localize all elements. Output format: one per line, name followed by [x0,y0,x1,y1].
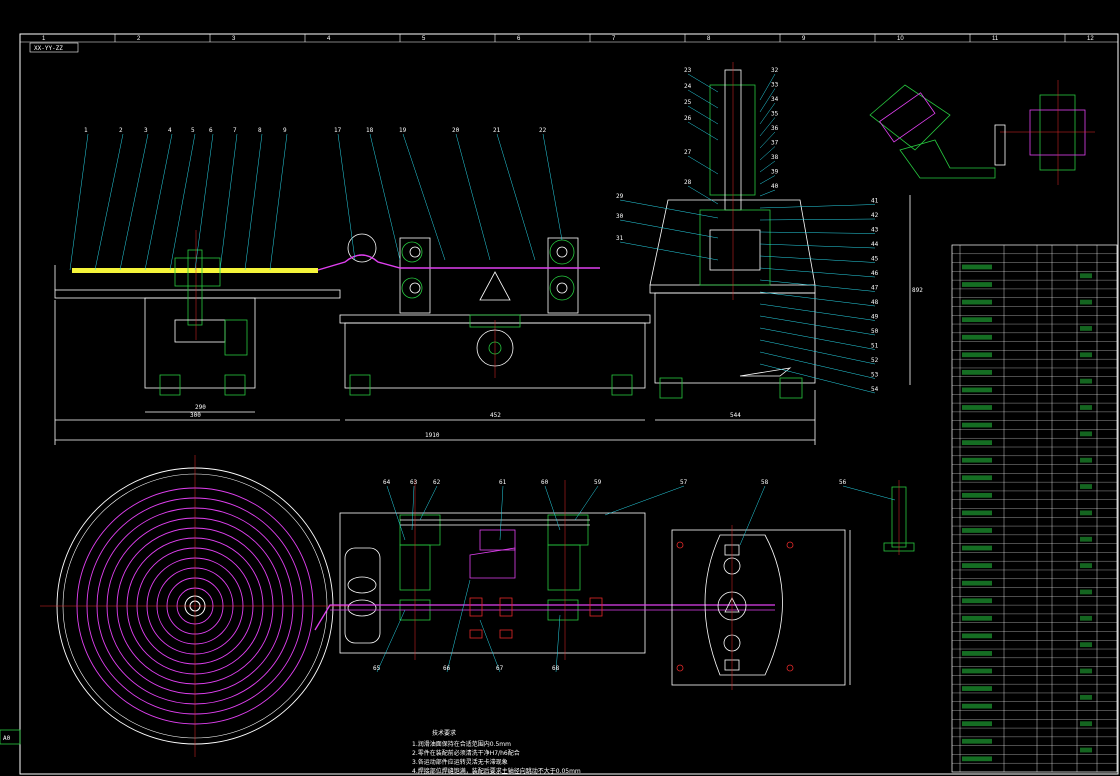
coil-reel [40,455,350,757]
plan-callout-label: 62 [433,479,441,486]
grid-number: 12 [1087,36,1094,42]
callout-label: 21 [493,127,501,134]
callout-label: 28 [684,179,692,186]
callout-label: 40 [771,183,779,190]
technical-notes: 技术要求 1.润滑油面保持在合适范围内0.5mm 2.零件在装配前必须清洗干净H… [412,729,581,775]
callout-label: 25 [684,99,692,106]
callout-label: 8 [258,127,262,134]
callout-label: 37 [771,140,779,147]
plan-callout-label: 65 [373,665,381,672]
plan-callout-label: 59 [594,479,602,486]
callout-label: 43 [871,227,879,234]
plan-callouts: 56 58 57 59 60 61 62 63 64 65 66 67 68 [373,479,896,673]
plan-callout-label: 56 [839,479,847,486]
drawing-code: XX-YY-ZZ [34,45,63,52]
grid-number: 4 [327,36,331,42]
callout-label: 48 [871,299,879,306]
callout-label: 39 [771,169,779,176]
grid-number: 6 [517,36,521,42]
plan-callout-label: 61 [499,479,507,486]
callout-label: 27 [684,149,692,156]
callout-label: 29 [616,193,624,200]
callout-label: 6 [209,127,213,134]
callout-label: 30 [616,213,624,220]
note-line-2: 2.零件在装配前必须清洗干净H7/h6配合 [412,749,520,757]
callout-label: 19 [399,127,407,134]
callout-label: 33 [771,82,779,89]
dim-892: 892 [912,287,923,294]
callout-label: 36 [771,125,779,132]
wire-path [317,254,600,271]
plan-callout-label: 63 [410,479,418,486]
callout-label: 35 [771,111,779,118]
note-line-3: 3.各运动部件应运转灵活无卡滞现象 [412,758,508,766]
callout-label: 3 [144,127,148,134]
cad-drawing: 1 2 3 4 5 6 7 8 9 10 11 12 XX-YY-ZZ A0 2… [0,33,1119,775]
left-stamp: A0 [3,735,11,742]
callout-label: 49 [871,314,879,321]
callout-label: 18 [366,127,374,134]
callout-label: 51 [871,343,879,350]
callout-label: 22 [539,127,547,134]
grid-number: 2 [137,36,141,42]
callout-label: 54 [871,386,879,393]
plan-callout-label: 64 [383,479,391,486]
grid-number: 8 [707,36,711,42]
callout-label: 2 [119,127,123,134]
callout-label: 9 [283,127,287,134]
plan-callout-label: 68 [552,665,560,672]
callout-label: 34 [771,96,779,103]
callout-label: 45 [871,256,879,263]
note-line-1: 1.润滑油面保持在合适范围内0.5mm [412,740,511,748]
callout-label: 42 [871,212,879,219]
callout-label: 20 [452,127,460,134]
grid-number: 7 [612,36,616,42]
dim-300: 300 [190,412,201,419]
callout-label: 26 [684,115,692,122]
dim-1910: 1910 [425,432,440,439]
grid-numbers: 1 2 3 4 5 6 7 8 9 10 11 12 [42,34,1094,42]
plan-callout-label: 57 [680,479,688,486]
callout-label: 7 [233,127,237,134]
grid-number: 10 [897,36,904,42]
grid-number: 11 [992,36,999,42]
grid-number: 5 [422,36,426,42]
dim-290: 290 [195,404,206,411]
notes-title: 技术要求 [432,729,456,737]
plan-callout-label: 60 [541,479,549,486]
grid-number: 3 [232,36,236,42]
callout-label: 24 [684,83,692,90]
grid-number: 1 [42,36,46,42]
callout-label: 52 [871,357,879,364]
callout-label: 5 [191,127,195,134]
callout-label: 47 [871,285,879,292]
dim-452: 452 [490,412,501,419]
grid-number: 9 [802,36,806,42]
callout-label: 46 [871,270,879,277]
callout-label: 32 [771,67,779,74]
front-elevation [54,62,911,445]
detail-views [869,80,1095,185]
callout-label: 53 [871,372,879,379]
callout-label: 41 [871,198,879,205]
plan-callout-label: 67 [496,665,504,672]
plan-callout-label: 58 [761,479,769,486]
callout-label: 38 [771,154,779,161]
callout-label: 50 [871,328,879,335]
callout-label: 44 [871,241,879,248]
callout-label: 1 [84,127,88,134]
note-line-4: 4.焊接部位焊缝饱满，装配后要求主轴径向跳动不大于0.05mm [412,767,581,775]
bill-of-materials [951,244,1118,773]
callout-label: 31 [616,235,624,242]
callout-label: 17 [334,127,342,134]
callout-label: 4 [168,127,172,134]
callout-label: 23 [684,67,692,74]
dim-544: 544 [730,412,741,419]
plan-callout-label: 66 [443,665,451,672]
